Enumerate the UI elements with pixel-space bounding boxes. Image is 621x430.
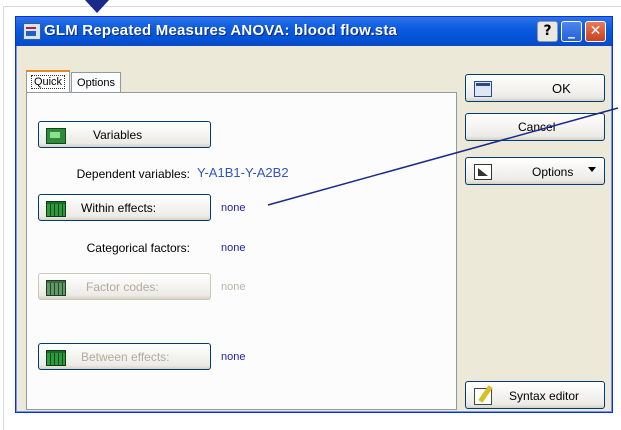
within-effects-value: none (221, 202, 246, 214)
grid-icon (46, 280, 66, 296)
ok-icon (474, 81, 492, 97)
tab-options-label: Options (77, 77, 115, 89)
grid-icon (46, 350, 66, 366)
syntax-editor-button[interactable]: Syntax editor (465, 381, 605, 409)
categorical-factors-value: none (221, 242, 246, 254)
quick-tab-panel: Variables Dependent variables: Y-A1B1-Y-… (26, 92, 457, 410)
chevron-down-icon (588, 167, 596, 172)
variables-button[interactable]: Variables (38, 121, 211, 148)
tab-quick[interactable]: Quick (26, 70, 70, 92)
factor-codes-button-label: Factor codes: (86, 280, 159, 294)
factor-codes-value: none (221, 281, 246, 293)
options-icon (474, 164, 492, 180)
within-effects-button-label: Within effects: (81, 201, 157, 215)
dependent-variables-value: Y-A1B1-Y-A2B2 (197, 165, 289, 180)
cancel-button[interactable]: Cancel (465, 113, 605, 141)
options-button-label: Options (532, 165, 574, 179)
ok-button[interactable]: OK (465, 74, 605, 102)
options-button[interactable]: Options (465, 157, 605, 185)
tab-options[interactable]: Options (71, 72, 121, 92)
cancel-button-label: Cancel (518, 120, 556, 134)
grid-icon (46, 201, 66, 217)
pencil-icon (474, 388, 492, 405)
dialog-window: GLM Repeated Measures ANOVA: blood flow.… (15, 16, 613, 413)
ok-button-label: OK (552, 81, 571, 96)
help-button[interactable]: ? (537, 21, 558, 42)
variables-icon (46, 128, 66, 144)
minimize-button[interactable]: _ (561, 21, 582, 42)
variables-button-label: Variables (93, 128, 143, 142)
annotation-down-arrow-icon (85, 0, 109, 13)
app-icon (23, 23, 41, 40)
title-bar[interactable]: GLM Repeated Measures ANOVA: blood flow.… (16, 17, 612, 46)
between-effects-value: none (221, 351, 246, 363)
syntax-editor-button-label: Syntax editor (509, 389, 580, 403)
categorical-factors-label: Categorical factors: (86, 241, 190, 255)
between-effects-button-label: Between effects: (81, 350, 170, 364)
within-effects-button[interactable]: Within effects: (38, 194, 211, 221)
dependent-variables-label: Dependent variables: (76, 167, 190, 181)
factor-codes-button[interactable]: Factor codes: (38, 273, 211, 300)
between-effects-button[interactable]: Between effects: (38, 343, 211, 370)
close-button[interactable]: ✕ (585, 21, 606, 42)
window-title: GLM Repeated Measures ANOVA: blood flow.… (44, 22, 398, 39)
tab-quick-label: Quick (30, 75, 66, 89)
